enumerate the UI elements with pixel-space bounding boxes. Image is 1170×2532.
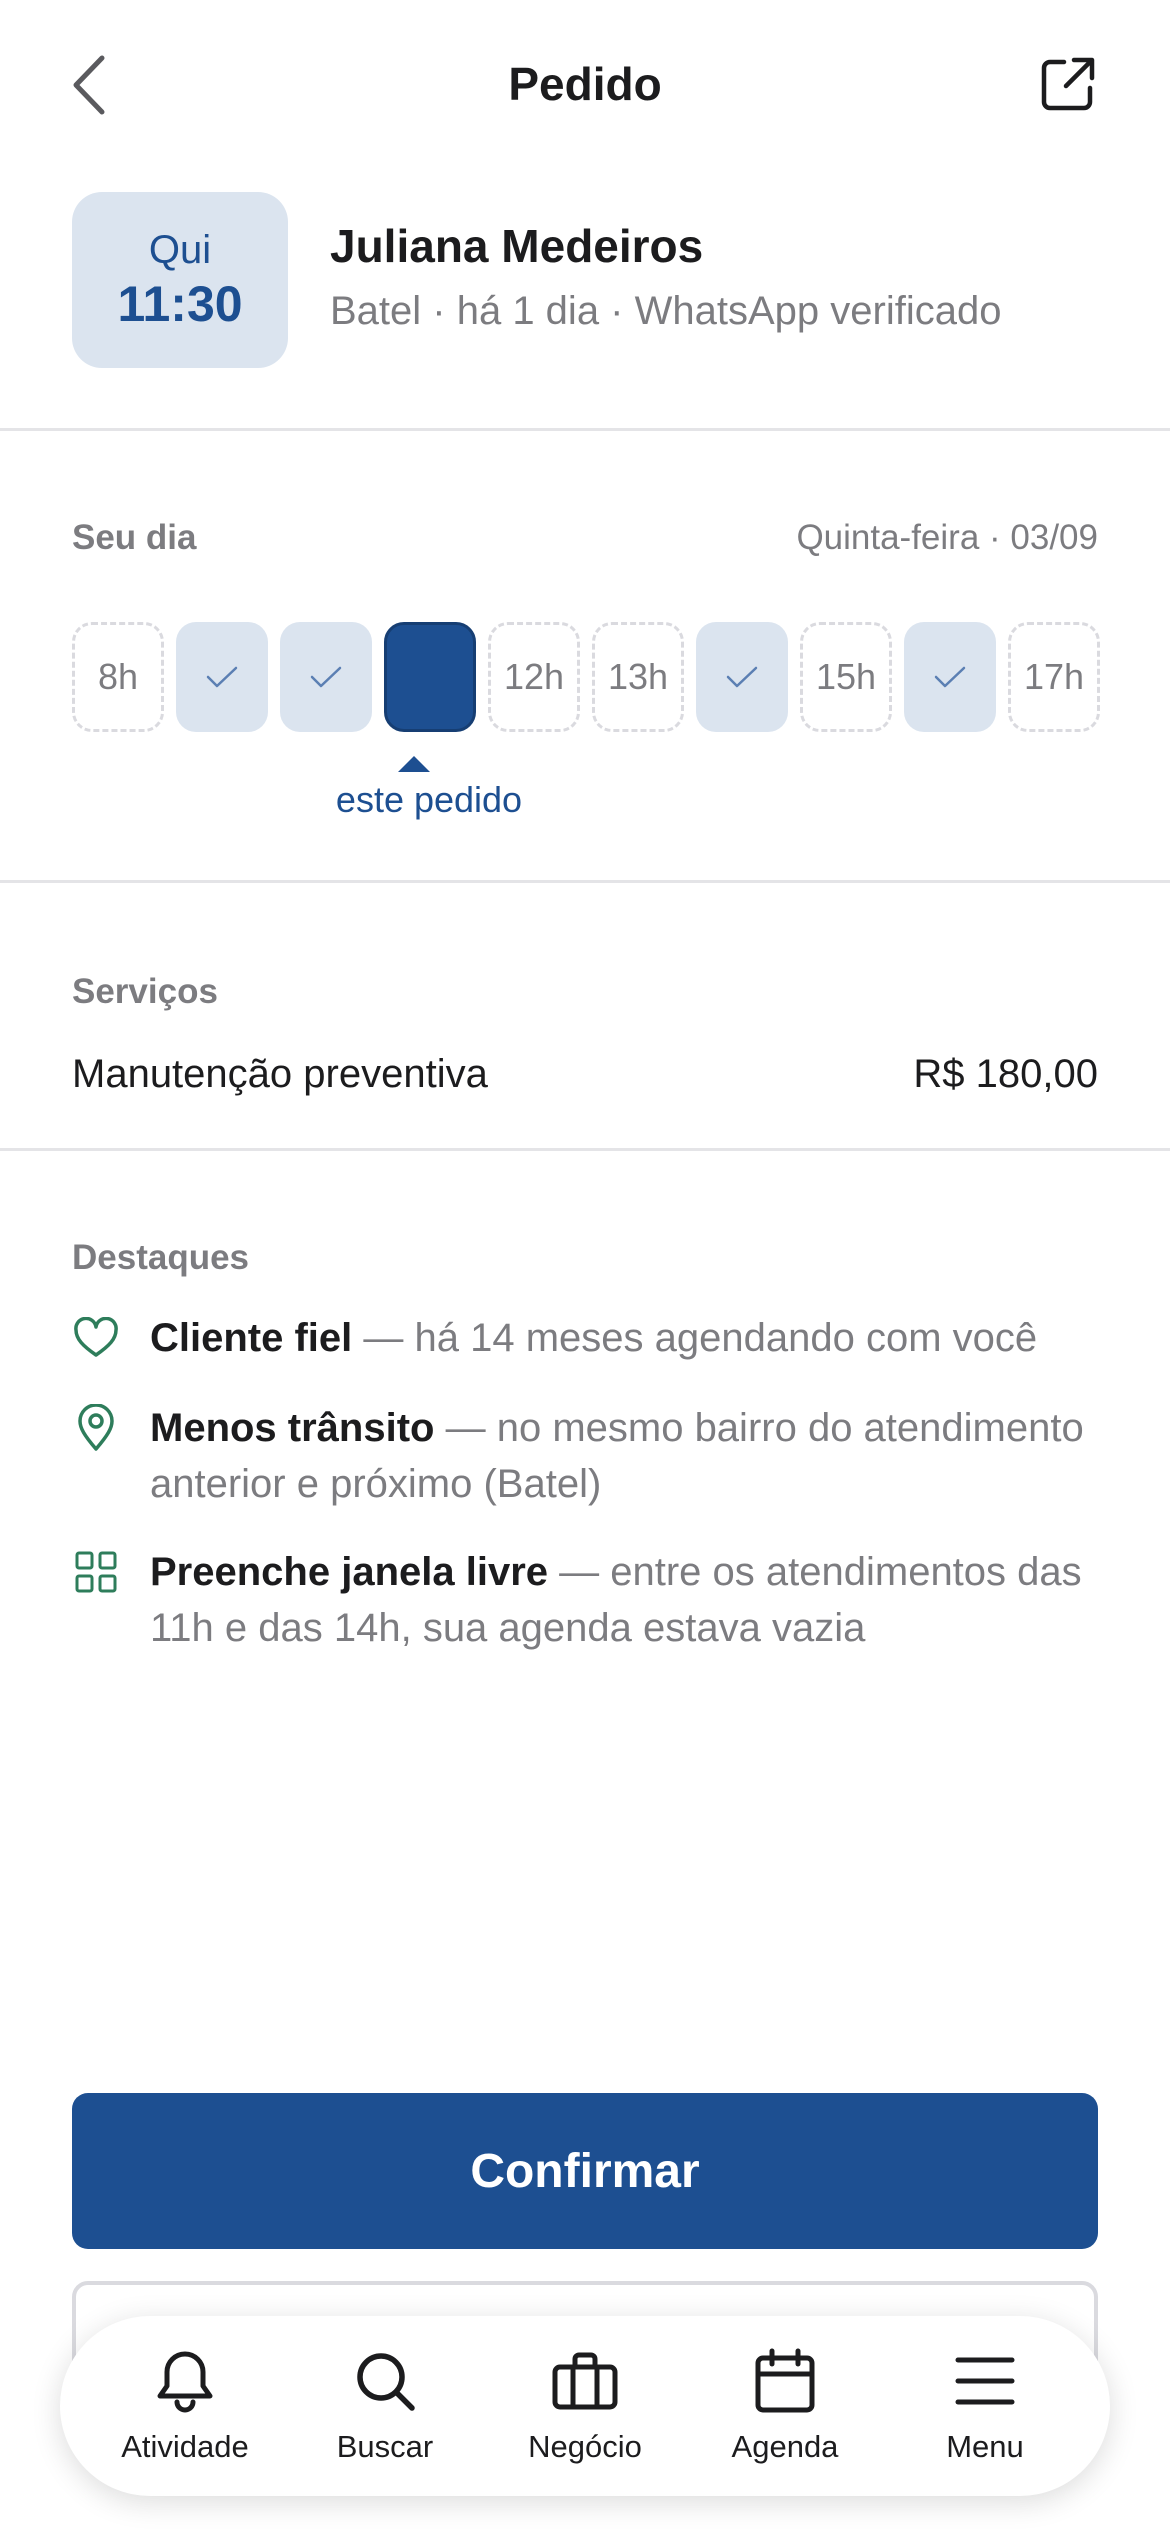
- tab-label: Agenda: [731, 2429, 839, 2464]
- tab-negocio[interactable]: Negócio: [485, 2346, 685, 2476]
- slot-hour-label: 12h: [503, 656, 565, 697]
- highlight-text: Cliente fiel — há 14 meses agendando com…: [150, 1310, 1150, 1366]
- appointment-time: 11:30: [117, 276, 243, 332]
- divider: [0, 1148, 1170, 1151]
- time-slot-free[interactable]: 13h: [592, 622, 684, 732]
- tab-buscar[interactable]: Buscar: [285, 2346, 485, 2476]
- tab-agenda[interactable]: Agenda: [685, 2346, 885, 2476]
- tab-bar: Atividade Buscar Negócio Agenda Menu: [60, 2316, 1110, 2496]
- day-section-label: Seu dia: [72, 518, 197, 557]
- briefcase-icon: [550, 2346, 620, 2416]
- highlight-text: Preenche janela livre — entre os atendim…: [150, 1544, 1150, 1656]
- time-slot-free[interactable]: 15h: [800, 622, 892, 732]
- check-icon: [206, 666, 238, 688]
- service-name: Manutenção preventiva: [72, 1052, 488, 1096]
- page-title: Pedido: [508, 58, 662, 110]
- current-slot-label: este pedido: [335, 779, 523, 820]
- time-slot-booked[interactable]: [176, 622, 268, 732]
- day-timeline: 8h 12h 13h 15h 17h: [72, 622, 1100, 732]
- share-button[interactable]: [1038, 54, 1098, 114]
- map-pin-icon: [72, 1404, 120, 1452]
- client-summary: Qui 11:30 Juliana Medeiros Batel · há 1 …: [72, 192, 1098, 370]
- time-slot-booked[interactable]: [280, 622, 372, 732]
- appointment-time-badge: Qui 11:30: [72, 192, 288, 368]
- day-date: Quinta-feira · 03/09: [796, 518, 1098, 557]
- slot-hour-label: 8h: [97, 656, 139, 697]
- tab-menu[interactable]: Menu: [885, 2346, 1085, 2476]
- highlight-text: Menos trânsito — no mesmo bairro do aten…: [150, 1400, 1150, 1512]
- highlight-title: Cliente fiel: [150, 1316, 353, 1360]
- slot-hour-label: 15h: [815, 656, 877, 697]
- time-slot-free[interactable]: 17h: [1008, 622, 1100, 732]
- client-meta: Batel · há 1 dia · WhatsApp verificado: [330, 289, 1002, 333]
- calendar-icon: [750, 2346, 820, 2416]
- bell-icon: [150, 2346, 220, 2416]
- tab-label: Buscar: [336, 2429, 434, 2464]
- check-icon: [934, 666, 966, 688]
- highlight-detail: — há 14 meses agendando com você: [352, 1316, 1038, 1360]
- appointment-day: Qui: [148, 228, 212, 272]
- slot-hour-label: 17h: [1023, 656, 1085, 697]
- check-icon: [726, 666, 758, 688]
- time-slot-free[interactable]: 8h: [72, 622, 164, 732]
- highlights-section-label: Destaques: [72, 1238, 250, 1277]
- services-section-label: Serviços: [72, 972, 218, 1011]
- time-slot-booked[interactable]: [696, 622, 788, 732]
- search-icon: [350, 2346, 420, 2416]
- highlight-title: Preenche janela livre: [150, 1550, 549, 1594]
- confirm-button[interactable]: Confirmar: [72, 2093, 1098, 2249]
- heart-icon: [72, 1314, 120, 1362]
- tab-label: Negócio: [528, 2429, 642, 2464]
- time-slot-current[interactable]: [384, 622, 476, 732]
- current-slot-marker: [398, 756, 430, 772]
- divider: [0, 428, 1170, 431]
- client-name: Juliana Medeiros: [330, 220, 704, 272]
- tab-atividade[interactable]: Atividade: [85, 2346, 285, 2476]
- divider: [0, 880, 1170, 883]
- tab-label: Atividade: [121, 2429, 249, 2464]
- service-price: R$ 180,00: [913, 1052, 1098, 1096]
- external-link-icon: [1041, 57, 1095, 111]
- tab-label: Menu: [946, 2429, 1024, 2464]
- header: Pedido: [0, 0, 1170, 170]
- slot-hour-label: 13h: [607, 656, 669, 697]
- menu-icon: [950, 2346, 1020, 2416]
- time-slot-free[interactable]: 12h: [488, 622, 580, 732]
- highlight-title: Menos trânsito: [150, 1406, 435, 1450]
- grid-icon: [72, 1548, 120, 1596]
- check-icon: [310, 666, 342, 688]
- time-slot-booked[interactable]: [904, 622, 996, 732]
